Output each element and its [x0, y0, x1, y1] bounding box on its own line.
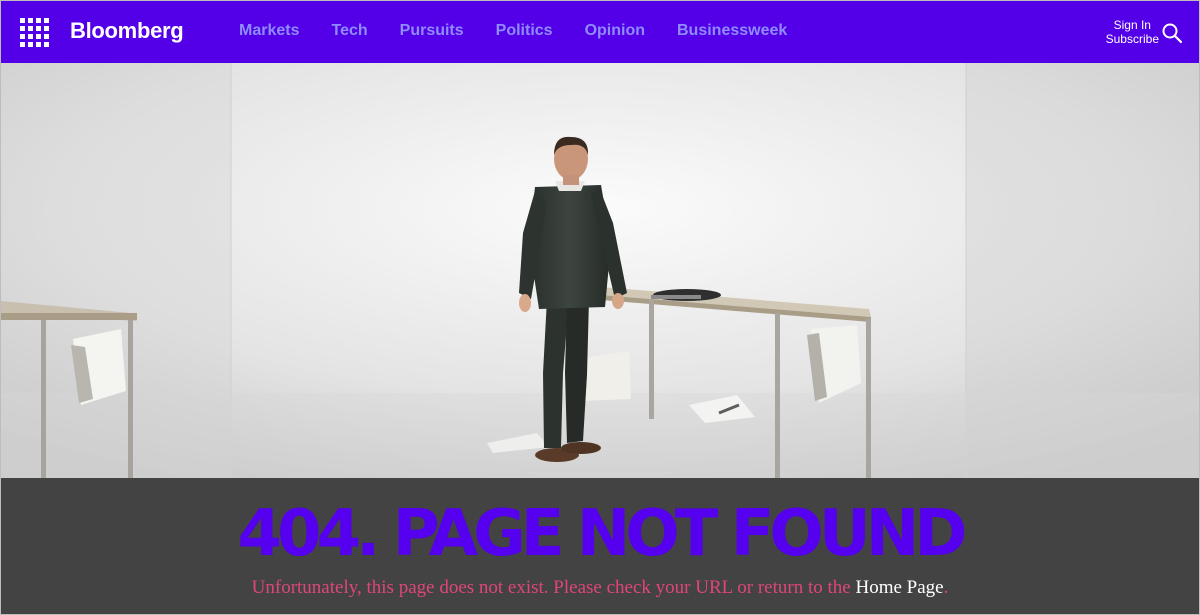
nav-pursuits[interactable]: Pursuits: [400, 22, 464, 40]
bloomberg-logo[interactable]: Bloomberg: [70, 18, 184, 44]
error-headline: 404. PAGE NOT FOUND: [237, 497, 968, 571]
error-message-end: .: [943, 577, 949, 598]
error-message-text: Unfortunately, this page does not exist.…: [251, 577, 856, 598]
hero-illustration: [1, 63, 1199, 478]
nav-politics[interactable]: Politics: [496, 22, 553, 40]
page-frame: Bloomberg Markets Tech Pursuits Politics…: [0, 0, 1200, 615]
subscribe-link[interactable]: Subscribe: [1106, 32, 1159, 46]
sign-in-link[interactable]: Sign In: [1106, 18, 1159, 32]
nav-opinion[interactable]: Opinion: [585, 22, 645, 40]
search-icon[interactable]: [1161, 22, 1183, 44]
nav-businessweek[interactable]: Businessweek: [677, 22, 787, 40]
nav-tech[interactable]: Tech: [331, 22, 367, 40]
account-links: Sign In Subscribe: [1106, 18, 1159, 46]
error-band: 404. PAGE NOT FOUND Unfortunately, this …: [1, 478, 1199, 614]
office-scene-image: [1, 63, 1199, 478]
top-navigation-bar: Bloomberg Markets Tech Pursuits Politics…: [1, 1, 1199, 63]
error-message: Unfortunately, this page does not exist.…: [1, 577, 1199, 599]
nav-markets[interactable]: Markets: [239, 22, 299, 40]
grid-menu-icon[interactable]: [20, 18, 49, 47]
home-page-link[interactable]: Home Page: [855, 577, 943, 598]
main-nav: Markets Tech Pursuits Politics Opinion B…: [239, 22, 819, 40]
